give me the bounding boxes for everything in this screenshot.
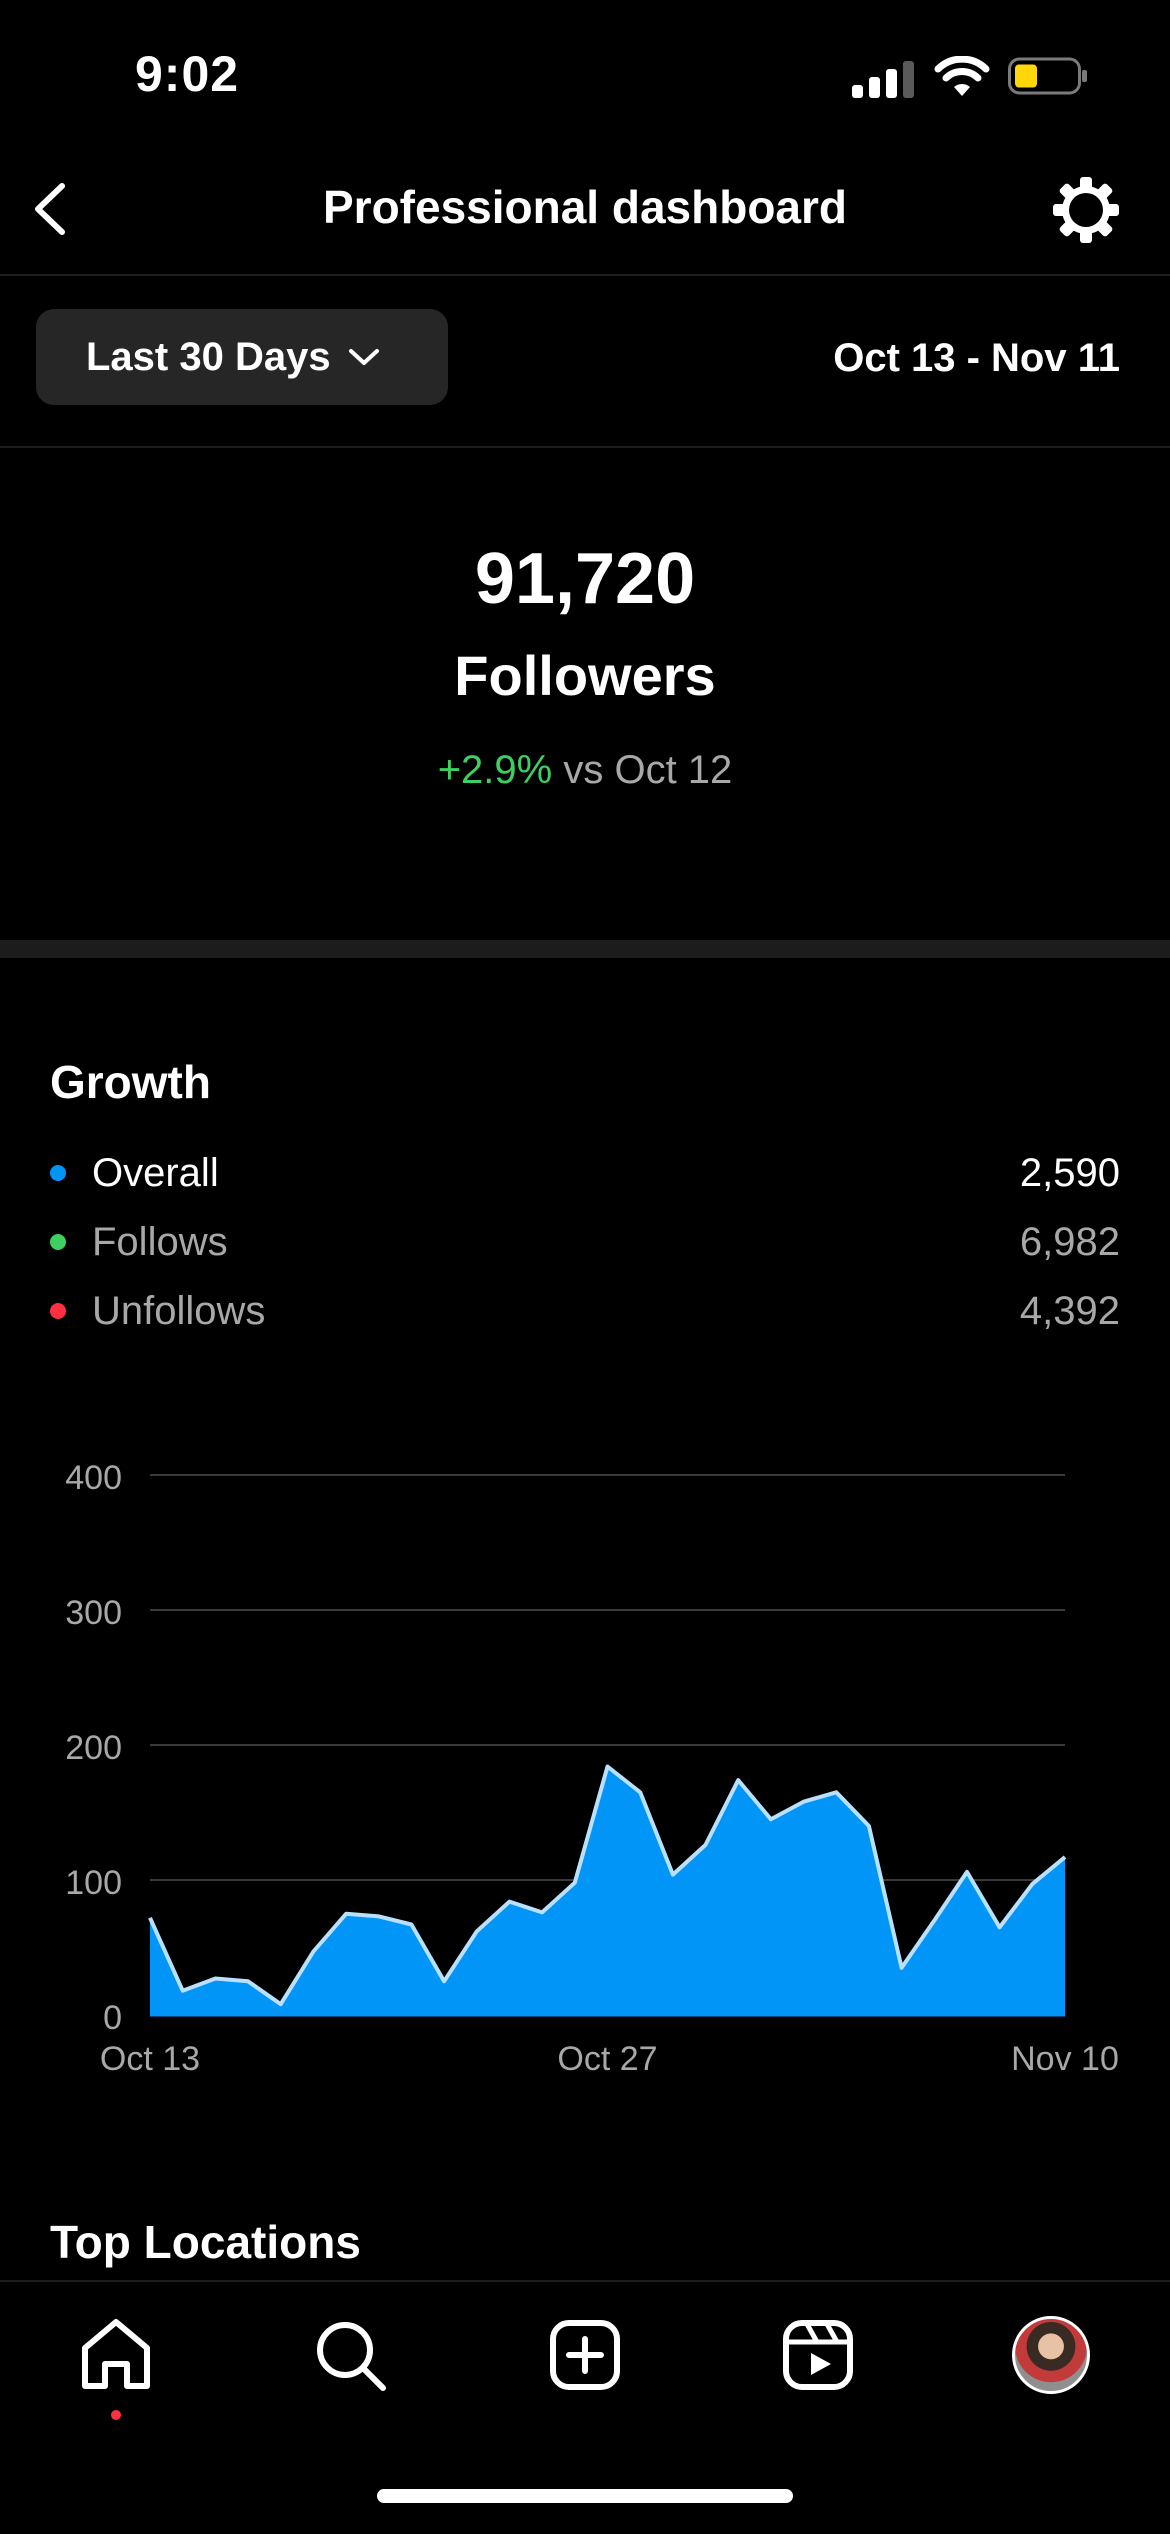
legend-row-unfollows: Unfollows 4,392: [50, 1281, 1120, 1341]
chart-y-tick-label: 300: [65, 1594, 122, 1632]
chart-x-tick-label: Oct 27: [557, 2040, 657, 2078]
nav-header: Professional dashboard: [0, 150, 1170, 276]
reels-icon[interactable]: [773, 2310, 863, 2400]
page-title: Professional dashboard: [322, 181, 847, 233]
chart-y-tick-label: 100: [65, 1864, 122, 1902]
home-indicator: [377, 2489, 793, 2503]
date-range-text: Oct 13 - Nov 11: [833, 336, 1120, 380]
create-post-icon[interactable]: [540, 2310, 630, 2400]
growth-chart: 0 100 200 300 400 Oct 13 Oct 27 Nov 10: [65, 1459, 1119, 2078]
chart-y-tick-label: 0: [103, 1999, 122, 2037]
status-bar: 9:02: [0, 0, 1170, 150]
followers-change: +2.9% vs Oct 12: [0, 748, 1170, 793]
profile-avatar[interactable]: [1012, 2316, 1090, 2394]
search-icon[interactable]: [305, 2310, 395, 2400]
legend-value-unfollows: 4,392: [1019, 1288, 1120, 1333]
legend-dot-overall: [50, 1165, 66, 1181]
date-filter-row: Last 30 Days Oct 13 - Nov 11: [0, 276, 1170, 448]
legend-value-follows: 6,982: [1019, 1219, 1120, 1264]
date-range-dropdown[interactable]: Last 30 Days: [36, 309, 448, 405]
chevron-down-icon: [348, 349, 379, 365]
chart-x-tick-label: Nov 10: [1011, 2040, 1119, 2078]
legend-row-overall: Overall 2,590: [50, 1143, 1120, 1203]
section-divider: [0, 940, 1170, 958]
legend-value-overall: 2,590: [1019, 1150, 1120, 1195]
home-icon[interactable]: [71, 2310, 161, 2400]
growth-section-title: Growth: [50, 1056, 211, 1108]
settings-gear-icon[interactable]: [1048, 172, 1124, 248]
followers-count: 91,720: [474, 539, 696, 619]
chart-x-tick-label: Oct 13: [100, 2040, 200, 2078]
legend-row-follows: Follows 6,982: [50, 1212, 1120, 1272]
followers-change-comparison: vs Oct 12: [563, 748, 733, 792]
legend-dot-follows: [50, 1234, 66, 1250]
home-notification-dot: [111, 2410, 121, 2420]
legend-label-unfollows: Unfollows: [92, 1288, 266, 1333]
followers-summary: 91,720 Followers +2.9% vs Oct 12: [0, 448, 1170, 940]
wifi-icon: [934, 56, 990, 96]
chart-y-tick-label: 200: [65, 1729, 122, 1767]
legend-label-follows: Follows: [92, 1219, 228, 1264]
date-range-dropdown-label: Last 30 Days: [86, 334, 331, 379]
status-time: 9:02: [135, 46, 240, 102]
chart-y-tick-label: 400: [65, 1459, 122, 1497]
cellular-signal-icon: [852, 60, 914, 98]
battery-icon: [1008, 57, 1087, 95]
top-locations-title: Top Locations: [50, 2216, 361, 2268]
legend-label-overall: Overall: [92, 1150, 219, 1195]
followers-change-percent: +2.9%: [437, 748, 553, 792]
legend-dot-unfollows: [50, 1303, 66, 1319]
followers-label: Followers: [454, 644, 716, 707]
chart-area: [150, 1766, 1065, 2015]
